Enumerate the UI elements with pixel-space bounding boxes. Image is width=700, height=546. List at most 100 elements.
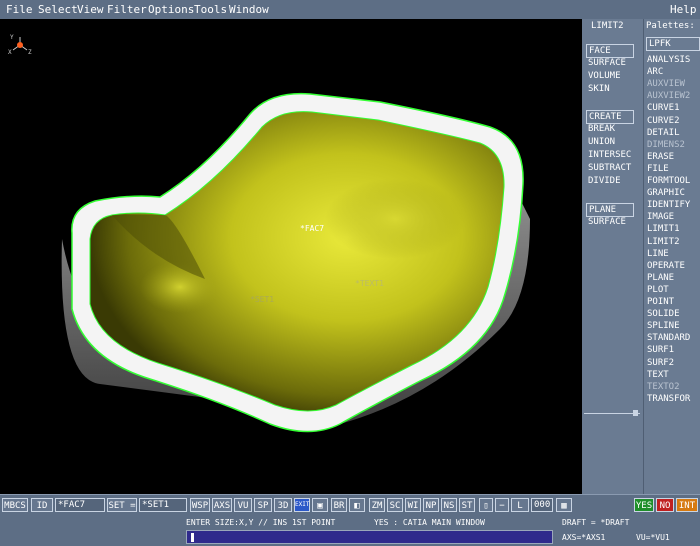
palette-item-graphic[interactable]: GRAPHIC: [647, 187, 685, 199]
bottom-toolbar: MBCS ID = *FAC7 SET = *SET1 WSP AXS VU S…: [0, 494, 700, 525]
id-label: ID =: [31, 498, 53, 525]
panel-item-divide[interactable]: DIVIDE: [588, 175, 621, 187]
palette-item-file[interactable]: FILE: [647, 163, 669, 175]
menu-options[interactable]: Options: [148, 3, 194, 16]
command-input[interactable]: [186, 530, 553, 544]
svg-text:Y: Y: [10, 34, 14, 41]
set-label: SET =: [107, 498, 137, 512]
panel-item-face[interactable]: FACE: [586, 44, 634, 58]
st-button[interactable]: ST: [459, 498, 475, 512]
palette-item-plane[interactable]: PLANE: [647, 272, 674, 284]
wi-button[interactable]: WI: [405, 498, 421, 512]
vu-status: VU=*VU1: [636, 533, 670, 542]
palette-item-image[interactable]: IMAGE: [647, 211, 674, 223]
palette-item-analysis[interactable]: ANALYSIS: [647, 54, 690, 66]
palette-item-auxview[interactable]: AUXVIEW: [647, 78, 685, 90]
l-field[interactable]: 000: [531, 498, 553, 512]
menu-bar: File Select View Filter Options Tools Wi…: [0, 0, 700, 20]
axs-status: AXS=*AXS1: [562, 533, 606, 542]
palette-item-detail[interactable]: DETAIL: [647, 127, 680, 139]
palette-item-line[interactable]: LINE: [647, 248, 669, 260]
palette-item-arc[interactable]: ARC: [647, 66, 663, 78]
label-set1: *SET1: [250, 295, 274, 304]
palette-item-curve1[interactable]: CURVE1: [647, 102, 680, 114]
palette-item-surf1[interactable]: SURF1: [647, 344, 674, 356]
int-button[interactable]: INT: [676, 498, 698, 512]
zm-button[interactable]: ZM: [369, 498, 385, 512]
palette-item-operate[interactable]: OPERATE: [647, 260, 685, 272]
sc-button[interactable]: SC: [387, 498, 403, 512]
panel-scrollbar[interactable]: [584, 410, 640, 416]
panel-item-subtract[interactable]: SUBTRACT: [588, 162, 631, 174]
palette-item-formtool[interactable]: FORMTOOL: [647, 175, 690, 187]
svg-text:X: X: [8, 49, 12, 56]
render-icon[interactable]: ◧: [349, 498, 365, 512]
id-field[interactable]: *FAC7: [55, 498, 105, 512]
panel-item-skin[interactable]: SKIN: [588, 83, 610, 95]
palette-item-solide[interactable]: SOLIDE: [647, 308, 680, 320]
palette-item-erase[interactable]: ERASE: [647, 151, 674, 163]
function-panel: LIMIT2 FACE SURFACE VOLUME SKIN CREATE B…: [582, 19, 644, 494]
palette-item-surf2[interactable]: SURF2: [647, 357, 674, 369]
axis-triad-icon: Y X Z: [8, 34, 32, 56]
menu-window[interactable]: Window: [229, 3, 269, 16]
mbcs-button[interactable]: MBCS: [2, 498, 28, 512]
right-panel: LIMIT2 FACE SURFACE VOLUME SKIN CREATE B…: [582, 19, 700, 494]
palette-item-standard[interactable]: STANDARD: [647, 332, 690, 344]
palette-item-plot[interactable]: PLOT: [647, 284, 669, 296]
wsp-button[interactable]: WSP: [190, 498, 210, 512]
panel-item-surface[interactable]: SURFACE: [588, 57, 626, 69]
br-button[interactable]: BR: [331, 498, 347, 512]
palette-item-point[interactable]: POINT: [647, 296, 674, 308]
label-fac7: *FAC7: [300, 224, 324, 233]
panel-item-break[interactable]: BREAK: [588, 123, 615, 135]
panel-title: LIMIT2: [591, 21, 624, 31]
palette-item-dimens2[interactable]: DIMENS2: [647, 139, 685, 151]
panel-item-intersec[interactable]: INTERSEC: [588, 149, 631, 161]
graphics-viewport[interactable]: *FAC7 *SET1 *TEXT1 Y X Z: [0, 19, 582, 494]
palette-selector[interactable]: LPFK: [646, 37, 700, 51]
palette-item-auxview2[interactable]: AUXVIEW2: [647, 90, 690, 102]
panel-item-create[interactable]: CREATE: [586, 110, 634, 124]
3d-button[interactable]: 3D: [274, 498, 292, 512]
palette-item-curve2[interactable]: CURVE2: [647, 115, 680, 127]
palette-item-limit1[interactable]: LIMIT1: [647, 223, 680, 235]
palette-item-limit2[interactable]: LIMIT2: [647, 236, 680, 248]
palette-item-text[interactable]: TEXT: [647, 369, 669, 381]
cylinder-icon[interactable]: ▯: [479, 498, 493, 512]
menu-view[interactable]: View: [77, 3, 104, 16]
menu-select[interactable]: Select: [38, 3, 78, 16]
panel-item-union[interactable]: UNION: [588, 136, 615, 148]
yes-button[interactable]: YES: [634, 498, 654, 512]
palette-item-texto2[interactable]: TEXTO2: [647, 381, 680, 393]
svg-text:Z: Z: [28, 49, 32, 56]
palettes-title: Palettes:: [646, 21, 695, 31]
prompt-text: ENTER SIZE:X,Y // INS 1ST POINT: [186, 518, 336, 527]
exit-button[interactable]: EXIT: [294, 498, 310, 512]
menu-help[interactable]: Help: [670, 3, 697, 16]
panel-item-plane[interactable]: PLANE: [586, 203, 634, 217]
ns-button[interactable]: NS: [441, 498, 457, 512]
vu-button[interactable]: VU: [234, 498, 252, 512]
menu-tools[interactable]: Tools: [194, 3, 227, 16]
palette-item-transfor[interactable]: TRANSFOR: [647, 393, 690, 405]
keypad-icon[interactable]: ▦: [556, 498, 572, 512]
view-icon[interactable]: ▣: [312, 498, 328, 512]
palettes-panel: Palettes: LPFK ANALYSIS ARC AUXVIEW AUXVIEW…: [644, 19, 700, 494]
axs-button[interactable]: AXS: [212, 498, 232, 512]
panel-item-surface-2[interactable]: SURFACE: [588, 216, 626, 228]
menu-filter[interactable]: Filter: [107, 3, 147, 16]
panel-item-volume[interactable]: VOLUME: [588, 70, 621, 82]
minus-icon[interactable]: −: [495, 498, 509, 512]
window-status: YES : CATIA MAIN WINDOW: [374, 518, 485, 527]
no-button[interactable]: NO: [656, 498, 674, 512]
draft-status: DRAFT = *DRAFT: [562, 518, 630, 527]
sp-button[interactable]: SP: [254, 498, 272, 512]
l-label: L =: [511, 498, 529, 525]
label-text1: *TEXT1: [355, 279, 384, 288]
palette-item-identify[interactable]: IDENTIFY: [647, 199, 690, 211]
set-field[interactable]: *SET1: [139, 498, 187, 512]
palette-item-spline[interactable]: SPLINE: [647, 320, 680, 332]
np-button[interactable]: NP: [423, 498, 439, 512]
menu-file[interactable]: File: [6, 3, 33, 16]
